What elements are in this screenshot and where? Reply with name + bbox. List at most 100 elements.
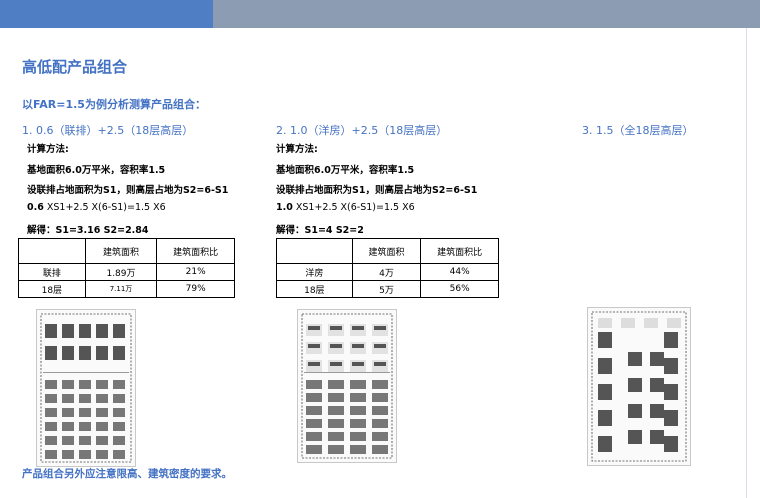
building-block	[62, 324, 74, 338]
building-block	[650, 404, 664, 418]
site-plan-townhouse-highrise	[36, 309, 136, 467]
building-block	[350, 406, 366, 415]
building-block	[62, 408, 74, 417]
table-row: 联排 1.89万 21%	[18, 263, 235, 281]
table-cell: 4万	[351, 263, 422, 281]
building-block	[62, 450, 74, 459]
building-block	[113, 450, 125, 459]
building-block	[374, 326, 386, 330]
building-block	[352, 326, 364, 330]
building-block	[79, 380, 91, 389]
col2-heading: 2. 1.0（洋房）+2.5（18层高层）	[276, 124, 448, 137]
building-block	[328, 406, 344, 415]
table-cell: 5万	[351, 280, 422, 298]
building-block	[306, 445, 322, 454]
building-block	[330, 326, 342, 330]
building-block	[308, 362, 320, 366]
building-block	[96, 346, 108, 360]
building-block	[598, 332, 612, 348]
site-plan-drawing	[301, 313, 393, 459]
col3-heading: 3. 1.5（全18层高层）	[582, 124, 694, 137]
building-block	[113, 436, 125, 445]
col1-eq-coef: 0.6	[27, 202, 44, 213]
building-block	[628, 404, 642, 418]
road	[304, 372, 390, 373]
building-block	[45, 450, 57, 459]
table-cell: 1.89万	[84, 263, 158, 281]
table-cell: 18层	[276, 280, 353, 298]
building-block	[328, 393, 344, 402]
building-block	[598, 384, 612, 400]
table-cell: 56%	[420, 280, 499, 298]
building-block	[328, 419, 344, 428]
building-block	[113, 380, 125, 389]
col2-method-label: 计算方法:	[276, 144, 318, 155]
building-block	[664, 358, 678, 374]
table-cell: 79%	[156, 280, 235, 298]
building-block	[79, 450, 91, 459]
building-block	[598, 318, 612, 328]
building-block	[372, 445, 388, 454]
building-block	[79, 422, 91, 431]
building-block	[96, 408, 108, 417]
table-header-cell: 建筑面积	[351, 238, 422, 264]
building-block	[306, 393, 322, 402]
table-header-cell: 建筑面积	[84, 238, 158, 264]
table-row: 18层 5万 56%	[276, 280, 499, 298]
building-block	[350, 432, 366, 441]
building-block	[328, 432, 344, 441]
building-block	[328, 445, 344, 454]
building-block	[62, 380, 74, 389]
building-block	[374, 362, 386, 366]
building-block	[45, 346, 57, 360]
building-block	[79, 346, 91, 360]
building-block	[79, 408, 91, 417]
building-block	[372, 419, 388, 428]
page-subtitle: 以FAR=1.5为例分析测算产品组合：	[22, 98, 206, 111]
building-block	[308, 326, 320, 330]
col2-solution: 解得：S1=4 S2=2	[276, 225, 364, 236]
building-block	[650, 430, 664, 444]
site-plan-drawing	[40, 313, 132, 463]
building-block	[306, 380, 322, 389]
col1-base-line: 基地面积6.0万平米，容积率1.5	[27, 165, 166, 176]
building-block	[62, 394, 74, 403]
table-header-cell	[276, 238, 353, 264]
building-block	[598, 436, 612, 452]
header-bar	[213, 0, 760, 28]
table-header-cell: 建筑面积比	[420, 238, 499, 264]
building-block	[372, 393, 388, 402]
table-cell: 7.11万	[84, 280, 158, 298]
col1-solution: 解得：S1=3.16 S2=2.84	[27, 225, 149, 236]
building-block	[96, 394, 108, 403]
col1-method-label: 计算方法:	[27, 144, 69, 155]
building-block	[350, 419, 366, 428]
page-title: 高低配产品组合	[22, 58, 128, 76]
building-block	[650, 352, 664, 366]
col2-area-table: 建筑面积 建筑面积比 洋房 4万 44% 18层 5万 56%	[276, 238, 499, 298]
building-block	[374, 344, 386, 348]
col1-area-table: 建筑面积 建筑面积比 联排 1.89万 21% 18层 7.11万 79%	[18, 238, 235, 298]
building-block	[306, 406, 322, 415]
building-block	[113, 324, 125, 338]
building-block	[45, 408, 57, 417]
building-block	[664, 436, 678, 452]
header-bar-accent	[0, 0, 213, 28]
building-block	[628, 378, 642, 392]
building-block	[664, 384, 678, 400]
site-plan-all-highrise	[587, 307, 691, 466]
building-block	[330, 362, 342, 366]
table-header-cell	[18, 238, 86, 264]
col2-eq-rest: XS1+2.5 X(6-S1)=1.5 X6	[292, 202, 415, 213]
building-block	[113, 422, 125, 431]
building-block	[62, 346, 74, 360]
col1-eq-rest: XS1+2.5 X(6-S1)=1.5 X6	[43, 202, 166, 213]
right-divider	[746, 28, 747, 498]
building-block	[330, 344, 342, 348]
table-row: 洋房 4万 44%	[276, 263, 499, 281]
site-plan-drawing	[591, 311, 687, 462]
building-block	[96, 380, 108, 389]
table-cell: 18层	[18, 280, 86, 298]
building-block	[352, 362, 364, 366]
building-block	[45, 324, 57, 338]
